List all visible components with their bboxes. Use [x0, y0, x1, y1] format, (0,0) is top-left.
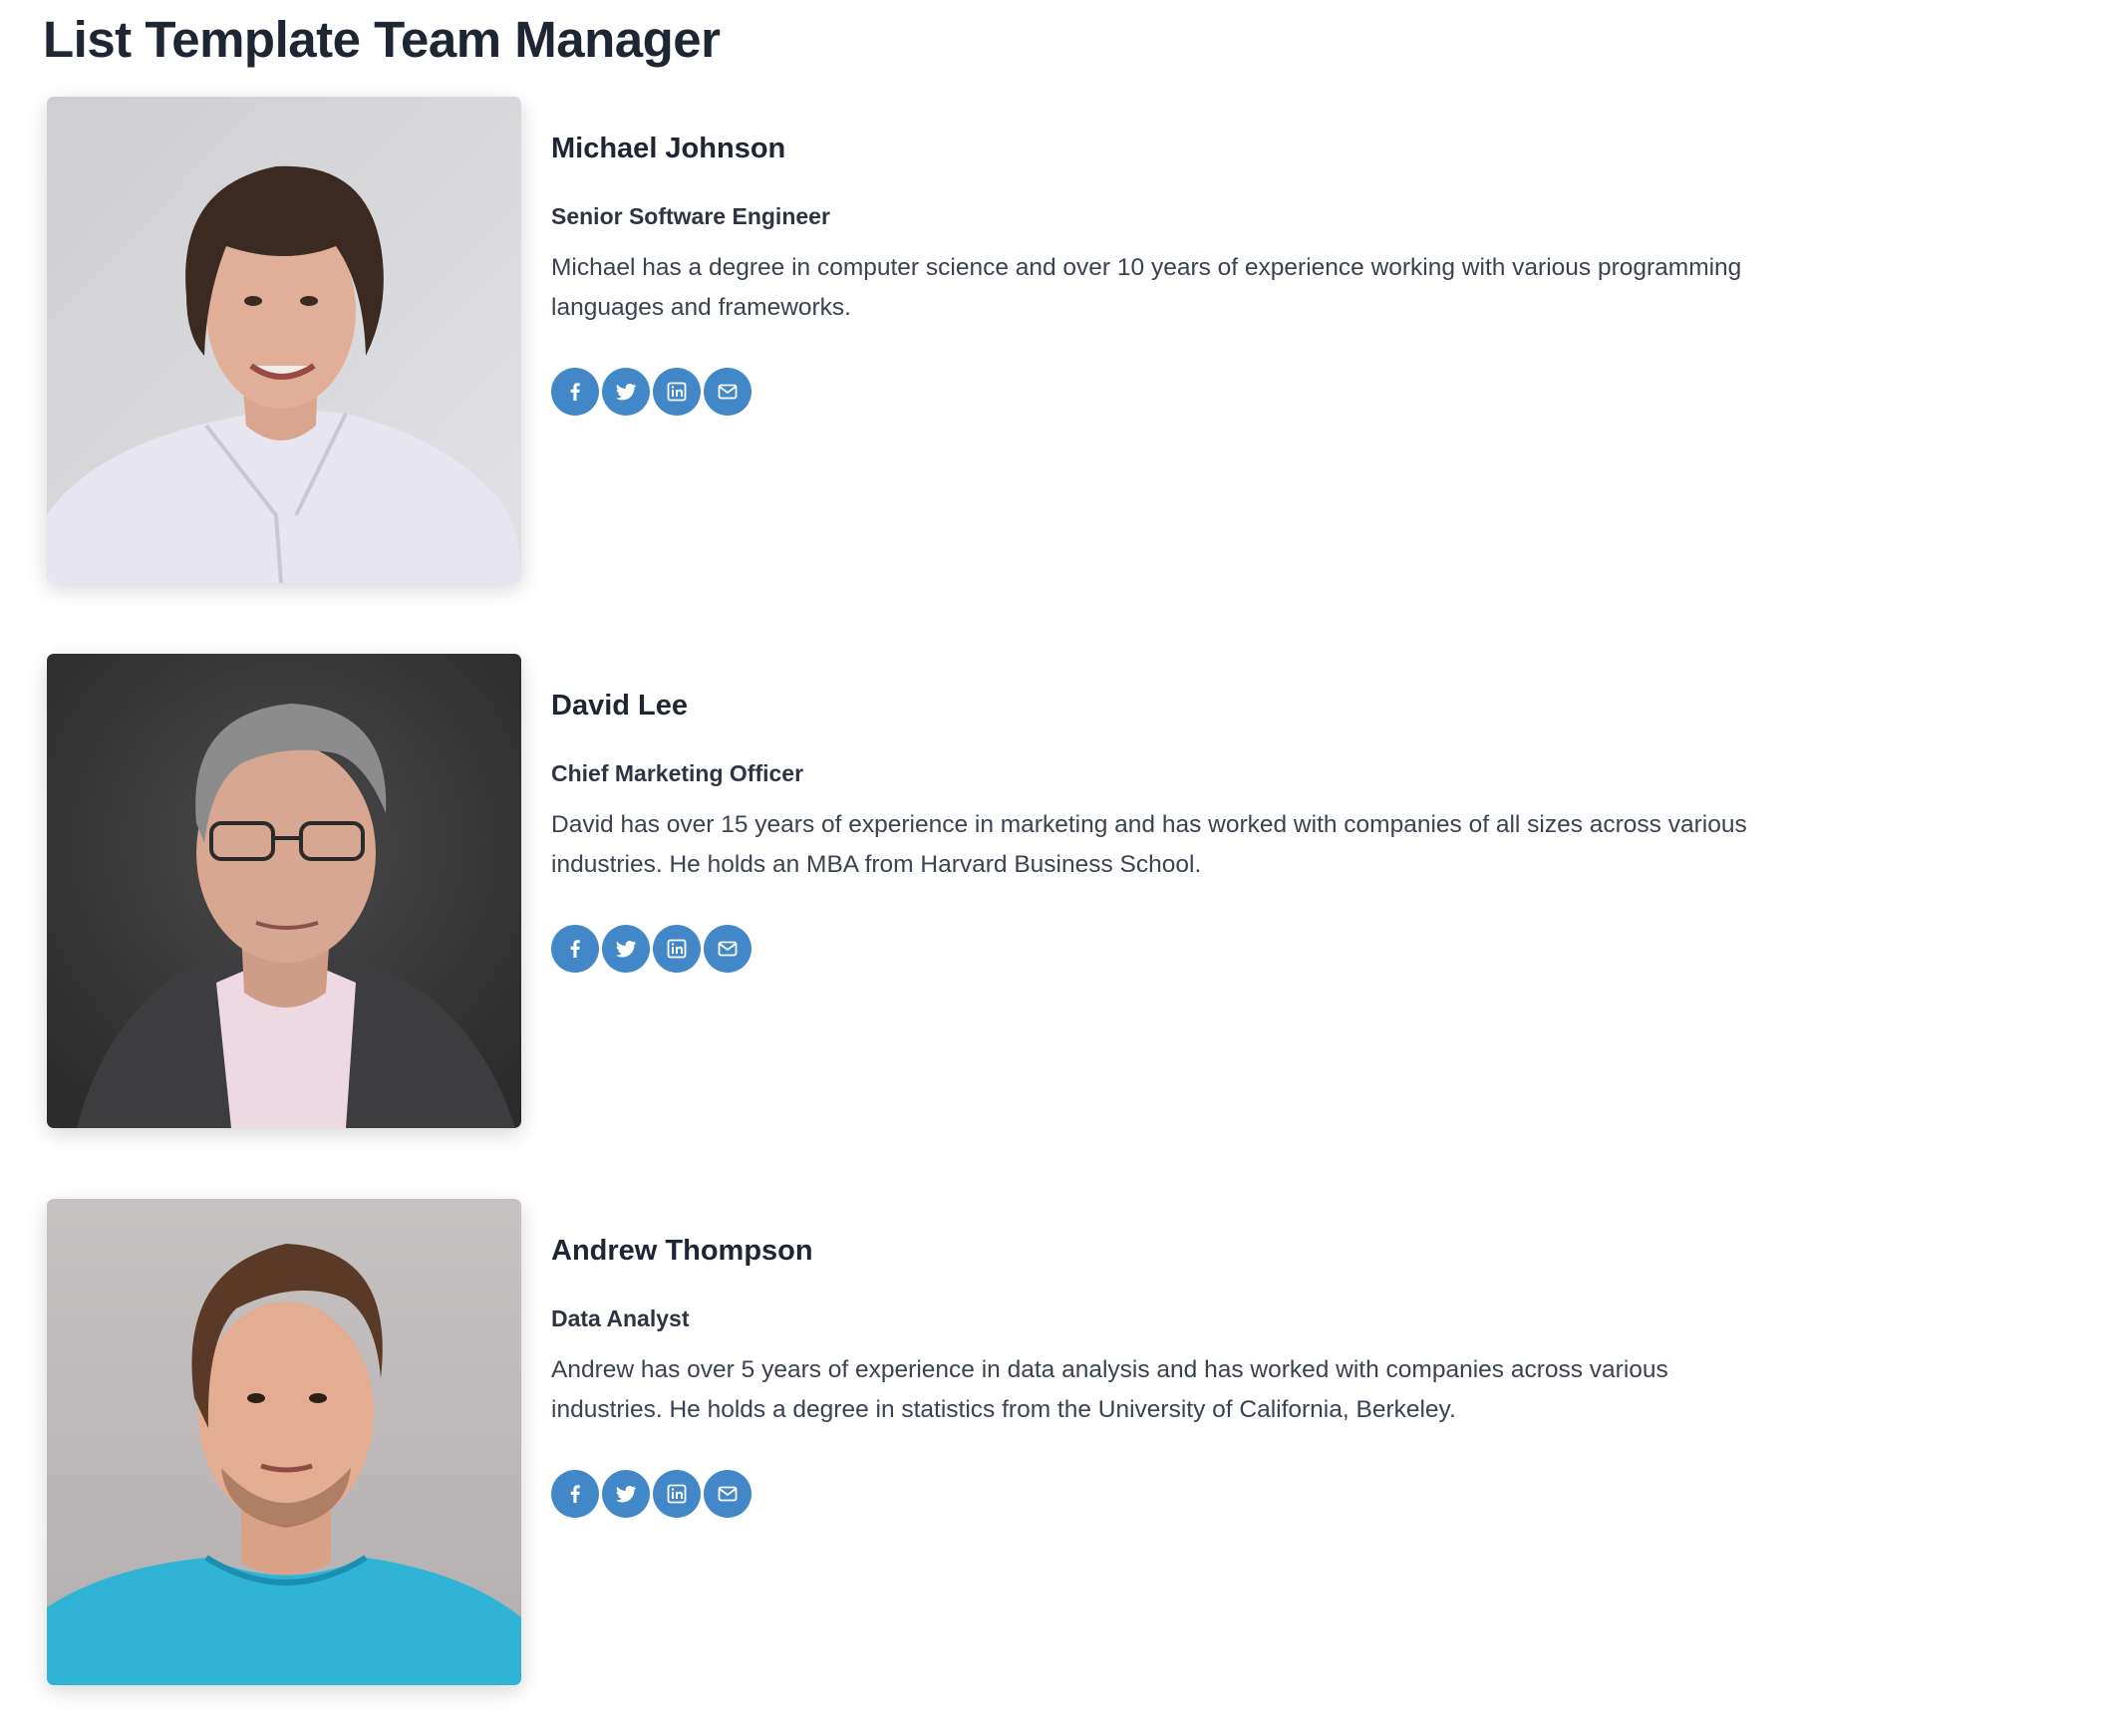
member-name: Michael Johnson — [551, 133, 786, 164]
facebook-link[interactable] — [551, 1470, 599, 1518]
linkedin-icon — [667, 1484, 687, 1504]
facebook-icon — [570, 1485, 580, 1503]
member-photo — [47, 97, 521, 583]
linkedin-link[interactable] — [653, 368, 701, 416]
email-icon — [718, 384, 738, 400]
member-bio: Andrew has over 5 years of experience in… — [551, 1356, 1668, 1423]
twitter-icon — [616, 940, 637, 958]
linkedin-link[interactable] — [653, 925, 701, 973]
twitter-link[interactable] — [602, 1470, 650, 1518]
linkedin-link[interactable] — [653, 1470, 701, 1518]
social-links — [551, 925, 751, 973]
twitter-link[interactable] — [602, 925, 650, 973]
member-name: David Lee — [551, 690, 688, 722]
member-name: Andrew Thompson — [551, 1235, 813, 1267]
twitter-icon — [616, 1485, 637, 1503]
facebook-link[interactable] — [551, 368, 599, 416]
member-bio: Michael has a degree in computer science… — [551, 254, 1742, 321]
page-title: List Template Team Manager — [43, 11, 721, 68]
member-bio: David has over 15 years of experience in… — [551, 811, 1747, 878]
linkedin-icon — [667, 382, 687, 402]
member-role: Senior Software Engineer — [551, 203, 830, 229]
facebook-icon — [570, 383, 580, 401]
member-role: Chief Marketing Officer — [551, 760, 804, 786]
team-page: List Template Team Manager Michael Johns… — [0, 0, 2101, 1736]
linkedin-icon — [667, 939, 687, 959]
email-icon — [718, 941, 738, 957]
twitter-icon — [616, 383, 637, 401]
member-role: Data Analyst — [551, 1305, 690, 1331]
email-icon — [718, 1486, 738, 1502]
social-links — [551, 368, 751, 416]
email-link[interactable] — [704, 368, 751, 416]
member-photo — [47, 1199, 521, 1685]
member-photo — [47, 654, 521, 1128]
twitter-link[interactable] — [602, 368, 650, 416]
email-link[interactable] — [704, 925, 751, 973]
facebook-icon — [570, 940, 580, 958]
social-links — [551, 1470, 751, 1518]
facebook-link[interactable] — [551, 925, 599, 973]
email-link[interactable] — [704, 1470, 751, 1518]
